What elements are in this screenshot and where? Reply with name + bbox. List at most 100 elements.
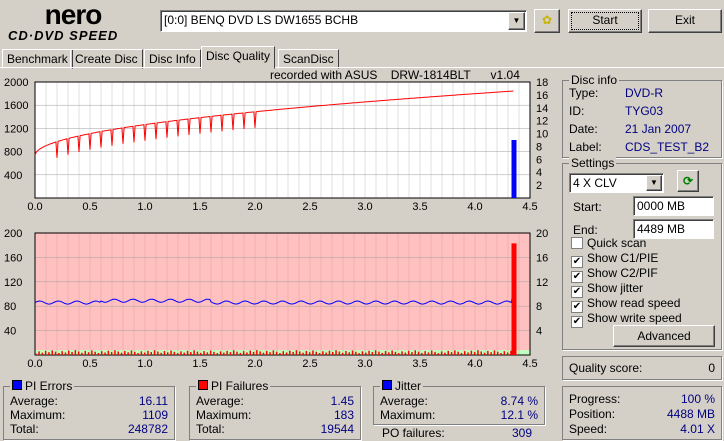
- refresh-icon[interactable]: ⟳: [677, 170, 699, 192]
- pi-failures-bar: [107, 350, 110, 355]
- pi-failures-bar: [249, 350, 251, 355]
- pi-failures-bar: [299, 351, 301, 355]
- chevron-down-icon[interactable]: ▼: [646, 175, 662, 191]
- y-left-tick-label: 800: [4, 147, 22, 159]
- pi-failures-bar: [414, 350, 416, 355]
- pi-failures-bar: [345, 351, 347, 355]
- pi-failures-bar: [467, 352, 469, 355]
- pi-failures-bar: [48, 352, 50, 355]
- pi-failures-bar: [282, 351, 284, 355]
- pi-failures-group: PI Failures Average: 1.45 Maximum: 183 Tot…: [189, 379, 361, 440]
- pi-failures-bar: [216, 353, 218, 355]
- checkbox-show-read-speed[interactable]: ✔ Show read speed: [571, 296, 680, 313]
- pi-failures-bar: [289, 350, 291, 355]
- pi-failures-bar: [322, 351, 324, 355]
- exit-button[interactable]: Exit: [648, 9, 722, 33]
- x-tick-label: 2.5: [302, 358, 317, 370]
- pi-failures-bar: [391, 350, 393, 355]
- pi-failures-bar: [219, 351, 222, 355]
- checkbox-show-c2-pif[interactable]: ✔ Show C2/PIF: [571, 266, 658, 283]
- y-right-tick-label: 12: [536, 116, 548, 128]
- pi-failures-bar: [209, 350, 212, 355]
- y-left-tick-label: 400: [4, 170, 22, 182]
- pi-failures-bar: [404, 352, 407, 355]
- pi-errors-color: [12, 380, 22, 390]
- tab-disc-info[interactable]: Disc Info: [144, 49, 201, 69]
- pi-failures-bar: [510, 350, 512, 355]
- checkbox-show-write-speed[interactable]: ✔ Show write speed: [571, 311, 682, 328]
- checkbox-show-jitter[interactable]: ✔ Show jitter: [571, 281, 643, 298]
- jitter-color: [382, 380, 392, 390]
- pi-failures-bar: [500, 352, 502, 355]
- pi-failures-bar: [91, 350, 93, 355]
- pi-failures-bar: [163, 351, 166, 355]
- pi-failures-bar: [229, 352, 232, 355]
- pi-failures-bar: [134, 351, 136, 355]
- pi-failures-bar: [236, 351, 238, 355]
- checkbox-quick-scan[interactable]: Quick scan: [571, 236, 646, 251]
- y-left-tick-label: 1600: [4, 100, 28, 112]
- y-right-tick-label: 14: [536, 103, 548, 115]
- pi-failures-bar: [398, 353, 400, 355]
- pi-failures-bar: [180, 351, 182, 355]
- pi-failures-bar: [87, 352, 90, 355]
- pi-failures-bar: [117, 351, 119, 355]
- x-tick-label: 2.5: [302, 201, 317, 213]
- pi-failures-bar: [272, 350, 275, 355]
- pi-failures-bar: [35, 353, 37, 355]
- pi-failures-bar: [503, 351, 506, 355]
- y-left-tick-label: 120: [4, 277, 22, 289]
- pi-failures-bar: [308, 352, 311, 355]
- settings-icon[interactable]: ✿: [534, 9, 560, 33]
- pi-failures-bar: [183, 352, 185, 355]
- x-tick-label: 1.0: [137, 358, 152, 370]
- pi-failures-bar: [371, 352, 374, 355]
- start-input[interactable]: 0000 MB: [633, 196, 714, 216]
- x-tick-label: 4.5: [522, 201, 537, 213]
- y-left-tick-label: 1200: [4, 123, 28, 135]
- x-tick-label: 2.0: [247, 201, 262, 213]
- pi-failures-bar: [279, 352, 281, 355]
- chevron-down-icon[interactable]: ▼: [508, 12, 525, 30]
- y-right-tick-label: 10: [536, 129, 548, 141]
- pi-failures-bar: [365, 352, 367, 355]
- checkbox-box[interactable]: [571, 237, 583, 249]
- pi-failures-bar: [68, 350, 70, 355]
- pi-failures-bar: [424, 351, 426, 355]
- pi-failures-bar: [252, 351, 255, 355]
- pi-failures-bar: [193, 350, 195, 355]
- pi-failures-bar: [190, 352, 192, 355]
- po-failures: PO failures: 309: [382, 426, 532, 440]
- drive-select[interactable]: [0:0] BENQ DVD LS DW1655 BCHB ▼: [160, 10, 527, 32]
- x-tick-label: 1.5: [192, 201, 207, 213]
- start-button[interactable]: Start: [568, 9, 642, 33]
- pi-failures-bar: [493, 350, 496, 355]
- pi-failures-bar: [213, 351, 215, 355]
- tab-create-disc[interactable]: Create Disc: [70, 49, 143, 69]
- checkbox-show-c1-pie[interactable]: ✔ Show C1/PIE: [571, 251, 658, 268]
- pi-failures-bar: [130, 350, 133, 355]
- pi-failures-bar: [38, 351, 40, 355]
- advanced-button[interactable]: Advanced: [613, 325, 715, 347]
- pi-failures-bar: [61, 351, 63, 355]
- x-tick-label: 4.0: [467, 201, 482, 213]
- bad-zone: [35, 233, 530, 347]
- checkbox-box[interactable]: ✔: [571, 316, 583, 328]
- y-left-tick-label: 40: [4, 326, 16, 338]
- pi-failures-bar: [315, 351, 317, 355]
- pi-failures-bar: [460, 352, 463, 355]
- pi-failures-bar: [160, 352, 162, 355]
- y-right-tick-label: 4: [536, 167, 542, 179]
- speed-select[interactable]: 4 X CLV ▼: [569, 173, 664, 193]
- disc-quality-charts: 200016001200800400181614121086420.0 0.5 1.…: [4, 77, 548, 370]
- tab-benchmark[interactable]: Benchmark: [2, 49, 73, 69]
- tab-scandisc[interactable]: ScanDisc: [278, 49, 339, 69]
- x-tick-label: 0.0: [27, 358, 42, 370]
- tab-disc-quality[interactable]: Disc Quality: [201, 46, 276, 69]
- x-tick-label: 4.5: [522, 358, 537, 370]
- pi-failures-bar: [262, 352, 265, 355]
- pi-failures-bar: [233, 350, 235, 355]
- y-right-tick-label: 8: [536, 141, 542, 153]
- pi-failures-bar: [147, 350, 149, 355]
- x-tick-label: 2.0: [247, 358, 262, 370]
